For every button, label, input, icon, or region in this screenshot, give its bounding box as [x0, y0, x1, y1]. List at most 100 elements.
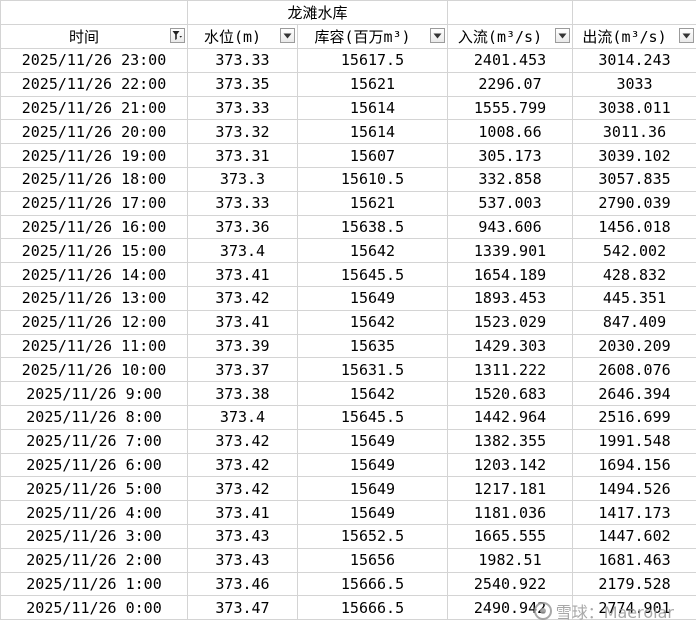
- cell-storage[interactable]: 15614: [296, 95, 449, 121]
- cell-inflow[interactable]: 1893.453: [447, 285, 574, 311]
- cell-level[interactable]: 373.43: [187, 547, 298, 573]
- empty-cell[interactable]: [572, 0, 696, 25]
- cell-storage[interactable]: 15631.5: [296, 357, 449, 383]
- cell-level[interactable]: 373.41: [187, 500, 298, 525]
- header-inflow[interactable]: 入流(m³/s): [447, 24, 574, 49]
- cell-time[interactable]: 2025/11/26 11:00: [0, 333, 188, 359]
- cell-time[interactable]: 2025/11/26 19:00: [0, 143, 188, 168]
- cell-level[interactable]: 373.4: [187, 404, 298, 430]
- header-outflow[interactable]: 出流(m³/s): [572, 24, 696, 49]
- cell-level[interactable]: 373.41: [187, 309, 298, 335]
- cell-storage[interactable]: 15642: [296, 381, 449, 406]
- cell-outflow[interactable]: 3057.835: [572, 166, 696, 192]
- cell-level[interactable]: 373.42: [187, 285, 298, 311]
- cell-inflow[interactable]: 1982.51: [447, 547, 574, 573]
- cell-time[interactable]: 2025/11/26 9:00: [0, 381, 188, 406]
- cell-time[interactable]: 2025/11/26 12:00: [0, 309, 188, 335]
- cell-storage[interactable]: 15614: [296, 119, 449, 145]
- empty-cell[interactable]: [447, 0, 574, 25]
- cell-storage[interactable]: 15649: [296, 285, 449, 311]
- filter-active-button[interactable]: [170, 28, 185, 43]
- cell-outflow[interactable]: 3038.011: [572, 95, 696, 121]
- cell-time[interactable]: 2025/11/26 1:00: [0, 571, 188, 597]
- cell-inflow[interactable]: 1555.799: [447, 95, 574, 121]
- cell-time[interactable]: 2025/11/26 5:00: [0, 476, 188, 502]
- cell-outflow[interactable]: 847.409: [572, 309, 696, 335]
- cell-inflow[interactable]: 1523.029: [447, 309, 574, 335]
- cell-outflow[interactable]: 2790.039: [572, 190, 696, 216]
- cell-outflow[interactable]: 3011.36: [572, 119, 696, 145]
- cell-outflow[interactable]: 1494.526: [572, 476, 696, 502]
- cell-outflow[interactable]: 428.832: [572, 262, 696, 287]
- cell-outflow[interactable]: 1456.018: [572, 214, 696, 240]
- cell-outflow[interactable]: 1417.173: [572, 500, 696, 525]
- cell-time[interactable]: 2025/11/26 8:00: [0, 404, 188, 430]
- cell-time[interactable]: 2025/11/26 18:00: [0, 166, 188, 192]
- cell-storage[interactable]: 15649: [296, 452, 449, 478]
- cell-storage[interactable]: 15649: [296, 428, 449, 454]
- cell-storage[interactable]: 15610.5: [296, 166, 449, 192]
- cell-level[interactable]: 373.32: [187, 119, 298, 145]
- cell-outflow[interactable]: 1694.156: [572, 452, 696, 478]
- cell-storage[interactable]: 15642: [296, 238, 449, 264]
- cell-level[interactable]: 373.33: [187, 48, 298, 73]
- cell-time[interactable]: 2025/11/26 10:00: [0, 357, 188, 383]
- cell-time[interactable]: 2025/11/26 6:00: [0, 452, 188, 478]
- cell-inflow[interactable]: 2401.453: [447, 48, 574, 73]
- header-storage[interactable]: 库容(百万m³): [296, 24, 449, 49]
- cell-storage[interactable]: 15621: [296, 71, 449, 97]
- cell-level[interactable]: 373.47: [187, 595, 298, 621]
- cell-time[interactable]: 2025/11/26 23:00: [0, 48, 188, 73]
- cell-outflow[interactable]: 2646.394: [572, 381, 696, 406]
- cell-time[interactable]: 2025/11/26 14:00: [0, 262, 188, 287]
- cell-time[interactable]: 2025/11/26 16:00: [0, 214, 188, 240]
- cell-time[interactable]: 2025/11/26 17:00: [0, 190, 188, 216]
- cell-level[interactable]: 373.42: [187, 428, 298, 454]
- cell-inflow[interactable]: 1008.66: [447, 119, 574, 145]
- filter-dropdown-button[interactable]: [280, 28, 295, 43]
- cell-outflow[interactable]: 1681.463: [572, 547, 696, 573]
- cell-level[interactable]: 373.42: [187, 476, 298, 502]
- cell-time[interactable]: 2025/11/26 0:00: [0, 595, 188, 621]
- cell-level[interactable]: 373.33: [187, 95, 298, 121]
- cell-outflow[interactable]: 1447.602: [572, 523, 696, 549]
- cell-time[interactable]: 2025/11/26 7:00: [0, 428, 188, 454]
- cell-level[interactable]: 373.42: [187, 452, 298, 478]
- reservoir-title[interactable]: 龙滩水库: [186, 0, 449, 25]
- cell-outflow[interactable]: 1991.548: [572, 428, 696, 454]
- cell-inflow[interactable]: 1520.683: [447, 381, 574, 406]
- cell-time[interactable]: 2025/11/26 2:00: [0, 547, 188, 573]
- cell-storage[interactable]: 15645.5: [296, 262, 449, 287]
- cell-storage[interactable]: 15635: [296, 333, 449, 359]
- cell-outflow[interactable]: 2030.209: [572, 333, 696, 359]
- cell-inflow[interactable]: 1429.303: [447, 333, 574, 359]
- cell-outflow[interactable]: 2608.076: [572, 357, 696, 383]
- cell-time[interactable]: 2025/11/26 13:00: [0, 285, 188, 311]
- cell-time[interactable]: 2025/11/26 22:00: [0, 71, 188, 97]
- cell-outflow[interactable]: 542.002: [572, 238, 696, 264]
- cell-level[interactable]: 373.4: [187, 238, 298, 264]
- cell-level[interactable]: 373.46: [187, 571, 298, 597]
- cell-storage[interactable]: 15649: [296, 500, 449, 525]
- cell-inflow[interactable]: 2296.07: [447, 71, 574, 97]
- header-level[interactable]: 水位(m): [187, 24, 298, 49]
- cell-level[interactable]: 373.43: [187, 523, 298, 549]
- cell-inflow[interactable]: 1181.036: [447, 500, 574, 525]
- cell-level[interactable]: 373.35: [187, 71, 298, 97]
- cell-inflow[interactable]: 1339.901: [447, 238, 574, 264]
- cell-inflow[interactable]: 305.173: [447, 143, 574, 168]
- header-time[interactable]: 时间: [0, 24, 188, 49]
- cell-outflow[interactable]: 2179.528: [572, 571, 696, 597]
- cell-time[interactable]: 2025/11/26 20:00: [0, 119, 188, 145]
- cell-storage[interactable]: 15652.5: [296, 523, 449, 549]
- cell-storage[interactable]: 15617.5: [296, 48, 449, 73]
- cell-level[interactable]: 373.38: [187, 381, 298, 406]
- cell-storage[interactable]: 15656: [296, 547, 449, 573]
- cell-outflow[interactable]: 445.351: [572, 285, 696, 311]
- cell-inflow[interactable]: 1203.142: [447, 452, 574, 478]
- cell-storage[interactable]: 15642: [296, 309, 449, 335]
- cell-level[interactable]: 373.41: [187, 262, 298, 287]
- cell-time[interactable]: 2025/11/26 4:00: [0, 500, 188, 525]
- cell-level[interactable]: 373.33: [187, 190, 298, 216]
- filter-dropdown-button[interactable]: [679, 28, 695, 43]
